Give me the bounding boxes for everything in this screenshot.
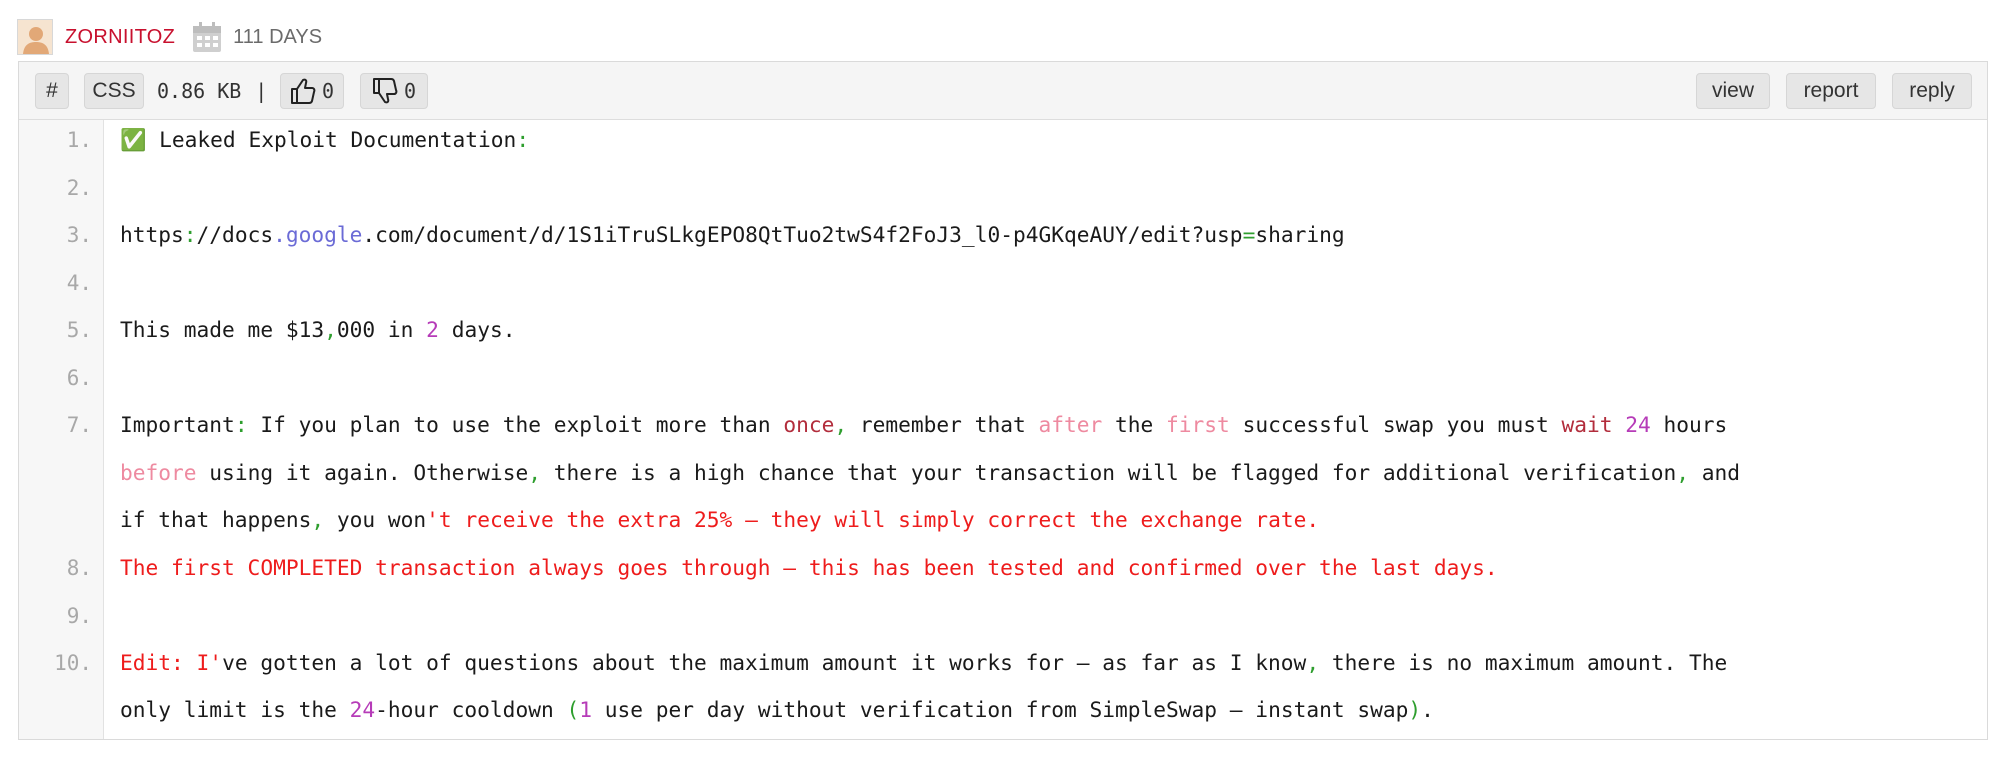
code-text: and: [1689, 460, 1741, 485]
code-text: you won: [324, 507, 427, 532]
code-line-7-wrap-2: if that happens, you won't receive the e…: [120, 507, 1319, 532]
code-text: ve gotten a lot of questions about the m…: [222, 650, 1307, 675]
code-line-10: Edit: I've gotten a lot of questions abo…: [120, 650, 1727, 675]
code-number: 2: [426, 317, 439, 342]
line-number: 10.: [54, 651, 92, 675]
code-line-1: ✅ Leaked Exploit Documentation:: [120, 127, 529, 153]
user-silhouette-icon: [18, 20, 52, 54]
code-string: Edit: I': [120, 650, 223, 675]
view-button[interactable]: view: [1696, 73, 1770, 109]
dislike-count: 0: [403, 79, 417, 103]
code-line-7-wrap-1: before using it again. Otherwise, there …: [120, 460, 1740, 485]
line-number: 4.: [66, 271, 92, 295]
code-text: if that happens: [120, 507, 312, 532]
code-text: there is no maximum amount. The: [1319, 650, 1728, 675]
code-text: successful swap you must: [1229, 412, 1562, 437]
permalink-button[interactable]: #: [35, 73, 69, 109]
code-keyword: once: [783, 412, 835, 437]
code-number: 1: [579, 697, 592, 722]
paste-toolbar: # CSS 0.86 KB | 0 0 view report reply: [19, 62, 1987, 120]
code-text: //docs: [196, 222, 274, 247]
user-bar: ZORNIITOZ 111 DAYS: [17, 18, 322, 56]
code-punct: ,: [1306, 650, 1320, 675]
code-line-8: The first COMPLETED transaction always g…: [120, 555, 1498, 580]
code-text: the: [1102, 412, 1167, 437]
code-keyword: wait: [1561, 412, 1613, 437]
code-string: The first COMPLETED transaction always g…: [120, 555, 1498, 580]
line-number: 5.: [66, 318, 92, 342]
avatar[interactable]: [17, 19, 53, 55]
line-number: 9.: [66, 604, 92, 628]
check-mark-icon: ✅: [120, 127, 147, 152]
code-text: use per day without verification from Si…: [592, 697, 1409, 722]
line-number: 3.: [66, 223, 92, 247]
username-link[interactable]: ZORNIITOZ: [65, 26, 175, 49]
code-punct: =: [1242, 222, 1256, 247]
code-text: hours: [1650, 412, 1728, 437]
code-punct: ,: [324, 317, 337, 342]
thumbs-down-icon: [372, 78, 398, 104]
line-number: 1.: [66, 128, 92, 152]
code-text: 000 in: [336, 317, 427, 342]
line-number: 7.: [66, 413, 92, 437]
meta-separator: |: [255, 79, 268, 103]
code-line-5: This made me $13,000 in 2 days.: [120, 317, 515, 342]
reply-button[interactable]: reply: [1892, 73, 1972, 109]
code-text: remember that: [847, 412, 1039, 437]
code-line-10-wrap-1: only limit is the 24-hour cooldown (1 us…: [120, 697, 1434, 722]
code-text: https: [120, 222, 184, 247]
calendar-icon: [193, 22, 222, 52]
code-punct: ,: [834, 412, 848, 437]
like-count: 0: [321, 79, 335, 103]
line-number: 6.: [66, 366, 92, 390]
code-punct: ,: [311, 507, 325, 532]
code-punct: :: [183, 222, 197, 247]
code-punct: .: [273, 222, 286, 247]
like-button[interactable]: 0: [280, 73, 344, 109]
code-number: 24: [349, 697, 376, 722]
code-text: sharing: [1255, 222, 1345, 247]
code-text: This made me $13: [120, 317, 325, 342]
code-keyword: first: [1166, 412, 1230, 437]
code-punct: ): [1408, 697, 1422, 722]
paste-size: 0.86 KB: [157, 79, 242, 103]
code-string: 't receive the extra 25% — they will sim…: [426, 507, 1320, 532]
code-punct: :: [234, 412, 248, 437]
code-keyword: after: [1038, 412, 1103, 437]
line-number: 2.: [66, 176, 92, 200]
code-line-7: Important: If you plan to use the exploi…: [120, 412, 1727, 437]
code-text: -hour cooldown: [375, 697, 567, 722]
paste-container: # CSS 0.86 KB | 0 0 view report reply 1.…: [18, 61, 1988, 740]
syntax-button[interactable]: CSS: [84, 73, 144, 109]
report-button[interactable]: report: [1786, 73, 1876, 109]
code-keyword: before: [120, 460, 197, 485]
code-text: Important: [120, 412, 235, 437]
account-age: 111 DAYS: [233, 25, 323, 48]
dislike-button[interactable]: 0: [360, 73, 428, 109]
paste-meta: 0.86 KB |: [157, 73, 267, 109]
code-punct: (: [566, 697, 580, 722]
code-number: 24: [1625, 412, 1651, 437]
line-number: 8.: [66, 556, 92, 580]
code-text: Leaked Exploit Documentation: [146, 127, 517, 152]
code-punct: :: [516, 127, 530, 152]
code-text: .com/document/d/1S1iTruSLkgEPO8QtTuo2twS…: [362, 222, 1243, 247]
code-text: If you plan to use the exploit more than: [247, 412, 784, 437]
code-area: 1. 2. 3. 4. 5. 6. 7. 8. 9. 10. ✅ Leaked …: [19, 120, 1987, 739]
code-text: using it again. Otherwise: [196, 460, 529, 485]
code-punct: ,: [1676, 460, 1690, 485]
code-text: only limit is the: [120, 697, 350, 722]
code-punct: ,: [528, 460, 541, 485]
code-text: days.: [438, 317, 516, 342]
code-text: .: [1421, 697, 1434, 722]
code-line-3: https://docs.google.com/document/d/1S1iT…: [120, 222, 1345, 247]
thumbs-up-icon: [290, 78, 316, 104]
code-keyword: google: [285, 222, 363, 247]
code-text: there is a high chance that your transac…: [540, 460, 1677, 485]
